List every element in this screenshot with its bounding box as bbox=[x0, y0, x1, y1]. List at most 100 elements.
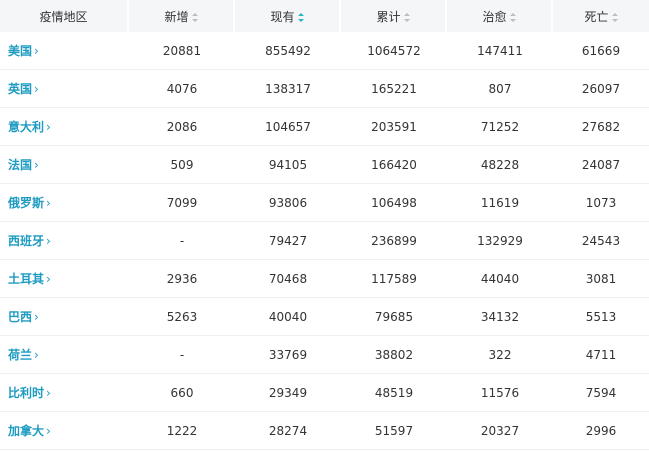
column-header-label: 治愈 bbox=[482, 9, 507, 24]
header-row: 疫情地区 新增 现有 累计 治愈 死亡 bbox=[0, 0, 649, 32]
table-body: 美国 › 20881 855492 1064572 147411 61669 英国 › 4076 1… bbox=[0, 32, 649, 450]
cell-current: 28274 bbox=[235, 412, 341, 450]
sort-up-arrow-icon bbox=[297, 12, 304, 16]
cell-new: 4076 bbox=[129, 70, 235, 108]
cell-current: 29349 bbox=[235, 374, 341, 412]
cell-deaths: 24543 bbox=[553, 222, 649, 260]
cell-cured: 20327 bbox=[447, 412, 553, 450]
column-header-total[interactable]: 累计 bbox=[341, 0, 447, 32]
column-header-cured[interactable]: 治愈 bbox=[447, 0, 553, 32]
cell-cured: 11619 bbox=[447, 184, 553, 222]
region-cell: 荷兰 › bbox=[0, 336, 129, 374]
epidemic-table: 疫情地区 新增 现有 累计 治愈 死亡 美国 › 20881 855492 1064572 1474… bbox=[0, 0, 649, 450]
cell-new: 7099 bbox=[129, 184, 235, 222]
cell-total: 117589 bbox=[341, 260, 447, 298]
region-link[interactable]: 加拿大 › bbox=[8, 424, 51, 438]
table-row: 巴西 › 5263 40040 79685 34132 5513 bbox=[0, 298, 649, 336]
cell-deaths: 1073 bbox=[553, 184, 649, 222]
region-cell: 巴西 › bbox=[0, 298, 129, 336]
region-link[interactable]: 法国 › bbox=[8, 158, 39, 172]
region-name: 巴西 bbox=[8, 310, 33, 324]
region-name: 美国 bbox=[8, 44, 33, 58]
cell-current: 138317 bbox=[235, 70, 341, 108]
cell-deaths: 2996 bbox=[553, 412, 649, 450]
table-row: 荷兰 › -33769 38802 322 4711 bbox=[0, 336, 649, 374]
chevron-right-icon: › bbox=[34, 82, 39, 96]
region-cell: 美国 › bbox=[0, 32, 129, 70]
sort-down-arrow-icon bbox=[611, 18, 618, 22]
column-header-label: 死亡 bbox=[584, 9, 609, 24]
region-link[interactable]: 英国 › bbox=[8, 82, 39, 96]
cell-deaths: 5513 bbox=[553, 298, 649, 336]
region-name: 法国 bbox=[8, 158, 33, 172]
cell-total: 166420 bbox=[341, 146, 447, 184]
region-link[interactable]: 巴西 › bbox=[8, 310, 39, 324]
sort-icon[interactable] bbox=[403, 12, 410, 22]
table-row: 西班牙 › -79427 236899 132929 24543 bbox=[0, 222, 649, 260]
region-link[interactable]: 西班牙 › bbox=[8, 234, 51, 248]
chevron-right-icon: › bbox=[46, 272, 51, 286]
region-link[interactable]: 俄罗斯 › bbox=[8, 196, 51, 210]
chevron-right-icon: › bbox=[46, 234, 51, 248]
sort-down-arrow-icon bbox=[297, 18, 304, 22]
chevron-right-icon: › bbox=[34, 44, 39, 58]
region-cell: 西班牙 › bbox=[0, 222, 129, 260]
chevron-right-icon: › bbox=[46, 120, 51, 134]
chevron-right-icon: › bbox=[46, 424, 51, 438]
region-link[interactable]: 比利时 › bbox=[8, 386, 51, 400]
cell-total: 236899 bbox=[341, 222, 447, 260]
region-link[interactable]: 荷兰 › bbox=[8, 348, 39, 362]
chevron-right-icon: › bbox=[34, 348, 39, 362]
cell-new: 1222 bbox=[129, 412, 235, 450]
region-name: 英国 bbox=[8, 82, 33, 96]
cell-new: 5263 bbox=[129, 298, 235, 336]
column-header-current[interactable]: 现有 bbox=[235, 0, 341, 32]
region-name: 荷兰 bbox=[8, 348, 33, 362]
column-header-label: 新增 bbox=[164, 9, 189, 24]
region-cell: 加拿大 › bbox=[0, 412, 129, 450]
cell-cured: 44040 bbox=[447, 260, 553, 298]
cell-deaths: 3081 bbox=[553, 260, 649, 298]
chevron-right-icon: › bbox=[46, 196, 51, 210]
sort-icon[interactable] bbox=[297, 12, 304, 22]
region-name: 西班牙 bbox=[8, 234, 45, 248]
sort-icon[interactable] bbox=[509, 12, 516, 22]
cell-current: 855492 bbox=[235, 32, 341, 70]
column-header-deaths[interactable]: 死亡 bbox=[553, 0, 649, 32]
cell-total: 38802 bbox=[341, 336, 447, 374]
sort-icon[interactable] bbox=[611, 12, 618, 22]
cell-cured: 71252 bbox=[447, 108, 553, 146]
table-row: 加拿大 › 1222 28274 51597 20327 2996 bbox=[0, 412, 649, 450]
cell-current: 93806 bbox=[235, 184, 341, 222]
cell-deaths: 4711 bbox=[553, 336, 649, 374]
cell-deaths: 24087 bbox=[553, 146, 649, 184]
region-cell: 土耳其 › bbox=[0, 260, 129, 298]
sort-up-arrow-icon bbox=[191, 12, 198, 16]
cell-deaths: 26097 bbox=[553, 70, 649, 108]
chevron-right-icon: › bbox=[34, 158, 39, 172]
column-header-label: 现有 bbox=[270, 9, 295, 24]
region-link[interactable]: 意大利 › bbox=[8, 120, 51, 134]
column-header-new[interactable]: 新增 bbox=[129, 0, 235, 32]
region-name: 加拿大 bbox=[8, 424, 45, 438]
cell-cured: 34132 bbox=[447, 298, 553, 336]
cell-total: 51597 bbox=[341, 412, 447, 450]
cell-new: 2936 bbox=[129, 260, 235, 298]
cell-current: 40040 bbox=[235, 298, 341, 336]
cell-cured: 132929 bbox=[447, 222, 553, 260]
cell-cured: 11576 bbox=[447, 374, 553, 412]
region-link[interactable]: 美国 › bbox=[8, 44, 39, 58]
region-cell: 法国 › bbox=[0, 146, 129, 184]
cell-deaths: 27682 bbox=[553, 108, 649, 146]
cell-cured: 322 bbox=[447, 336, 553, 374]
sort-down-arrow-icon bbox=[509, 18, 516, 22]
region-link[interactable]: 土耳其 › bbox=[8, 272, 51, 286]
sort-up-arrow-icon bbox=[403, 12, 410, 16]
sort-icon[interactable] bbox=[191, 12, 198, 22]
cell-total: 106498 bbox=[341, 184, 447, 222]
cell-deaths: 61669 bbox=[553, 32, 649, 70]
cell-current: 33769 bbox=[235, 336, 341, 374]
cell-cured: 48228 bbox=[447, 146, 553, 184]
cell-total: 1064572 bbox=[341, 32, 447, 70]
table-row: 比利时 › 660 29349 48519 11576 7594 bbox=[0, 374, 649, 412]
